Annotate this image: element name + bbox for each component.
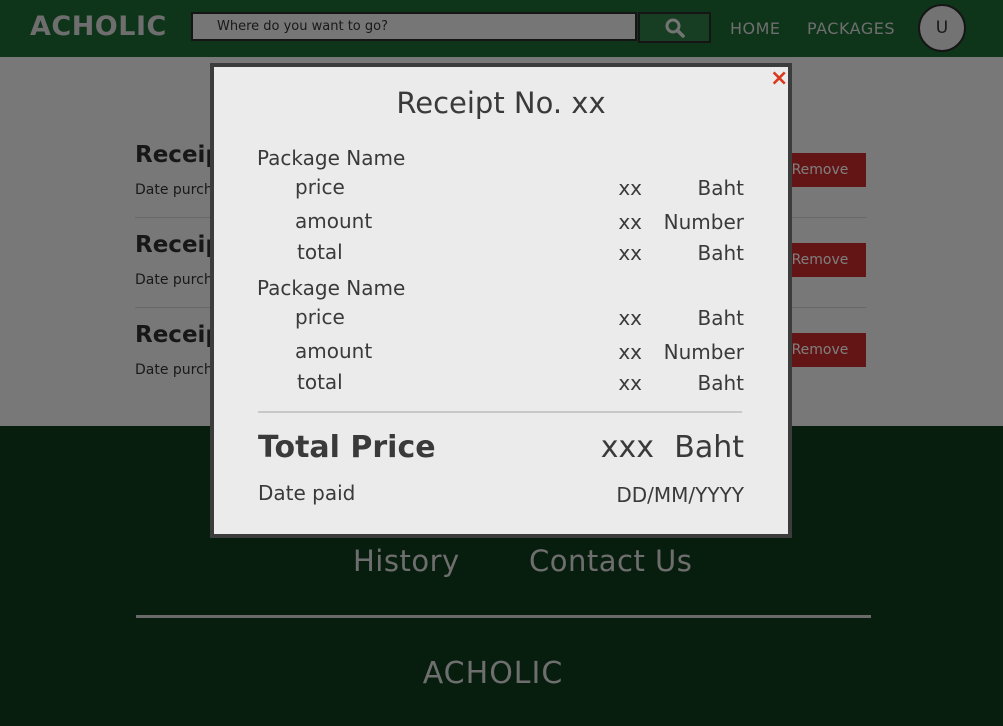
total-price-unit: Baht [674, 430, 744, 465]
line-label: amount [295, 209, 373, 233]
date-paid-label: Date paid [258, 481, 356, 505]
line-value: xx [618, 176, 642, 200]
line-label: amount [295, 339, 373, 363]
line-unit: Baht [697, 371, 745, 395]
line-label: price [295, 305, 345, 329]
line-label: price [295, 175, 345, 199]
line-label: total [297, 240, 343, 264]
line-value: xx [618, 306, 642, 330]
package-name: Package Name [257, 276, 406, 300]
line-unit: Number [663, 210, 744, 234]
line-value: xx [618, 340, 642, 364]
modal-divider [258, 411, 742, 413]
line-value: xx [618, 241, 642, 265]
line-unit: Baht [697, 176, 745, 200]
modal-title: Receipt No. xx [396, 86, 606, 120]
package-name: Package Name [257, 146, 406, 170]
line-value: xx [618, 210, 642, 234]
line-unit: Baht [697, 241, 745, 265]
line-value: xx [618, 371, 642, 395]
total-price-label: Total Price [258, 430, 436, 465]
line-unit: Number [663, 340, 744, 364]
line-label: total [297, 370, 343, 394]
receipt-modal: × Receipt No. xx Package Name price xx B… [210, 63, 792, 538]
date-paid-value: DD/MM/YYYY [616, 483, 744, 507]
line-unit: Baht [697, 306, 745, 330]
